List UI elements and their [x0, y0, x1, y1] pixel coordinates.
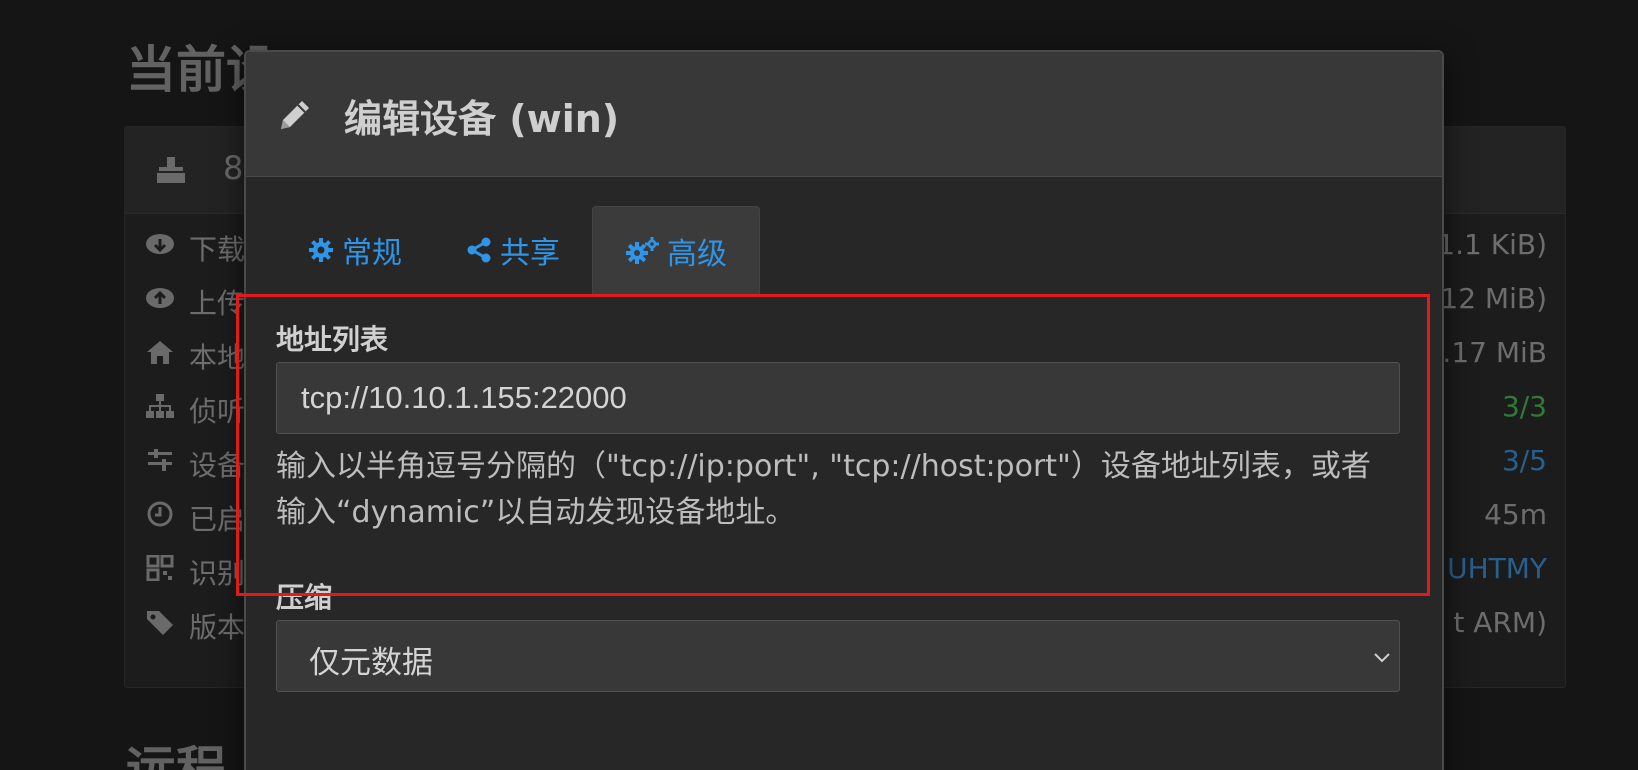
tab-bar: 常规 共享 高级 [276, 206, 760, 295]
address-list-help-text: 输入以半角逗号分隔的（"tcp://ip:port", "tcp://host:… [276, 449, 1371, 530]
background-row-label: 上传 [189, 287, 246, 320]
background-row-value: 3/3 [1501, 390, 1547, 423]
background-row-label: 识别 [189, 557, 246, 590]
background-row-value: .17 MiB [1442, 336, 1547, 369]
qrcode-icon [146, 555, 174, 581]
address-list-label: 地址列表 [276, 323, 389, 356]
background-row-value: UHTMY [1447, 552, 1547, 585]
background-row-label: 已启 [189, 503, 246, 536]
modal-title: 编辑设备 (win) [344, 97, 620, 141]
sitemap-icon [146, 394, 174, 418]
compression-label: 压缩 [276, 581, 333, 614]
background-row-label: 本地 [189, 341, 246, 374]
share-icon [467, 237, 491, 263]
tab-sharing-label: 共享 [500, 236, 560, 271]
background-row-value: 3/5 [1501, 444, 1547, 477]
gears-icon [626, 237, 659, 264]
gear-icon [309, 238, 333, 262]
chevron-down-icon [1374, 653, 1390, 663]
screen: 当前设 8 下载 1.1 KiB) 上传 12 MiB) 本地 .17 MiB [0, 0, 1638, 770]
tab-advanced-label: 高级 [667, 237, 727, 272]
background-row-label: 下载 [189, 233, 246, 266]
tab-advanced[interactable]: 高级 [592, 206, 760, 295]
background-row-label: 版本 [189, 611, 246, 644]
tab-general-label: 常规 [342, 236, 402, 271]
device-icon [157, 157, 185, 183]
tab-sharing[interactable]: 共享 [434, 206, 592, 294]
address-list-input[interactable] [276, 362, 1400, 434]
background-row-label: 侦听 [189, 395, 246, 428]
background-panel-header-text: 8 [223, 149, 244, 187]
background-section-title-bottom: 远程 [126, 741, 226, 770]
cloud-download-icon [146, 234, 174, 254]
modal-header: 编辑设备 (win) [246, 52, 1442, 177]
tag-icon [147, 611, 173, 635]
compression-select[interactable]: 仅元数据 [276, 620, 1400, 692]
compression-selected-value: 仅元数据 [309, 645, 433, 681]
edit-device-modal: 编辑设备 (win) 常规 共享 高级 地址列表 tcp://10.10.1.1… [244, 50, 1444, 770]
background-row-value: 12 MiB) [1440, 282, 1547, 315]
background-row-value: t ARM) [1453, 606, 1547, 639]
background-row-value: 45m [1484, 498, 1547, 531]
home-icon [147, 341, 173, 364]
pencil-icon [281, 101, 309, 129]
tab-general[interactable]: 常规 [276, 206, 434, 294]
sliders-icon [148, 449, 172, 471]
background-row-value: 1.1 KiB) [1437, 228, 1547, 261]
clock-icon [147, 501, 173, 527]
background-row-label: 设备 [189, 449, 246, 482]
cloud-upload-icon [146, 288, 174, 308]
